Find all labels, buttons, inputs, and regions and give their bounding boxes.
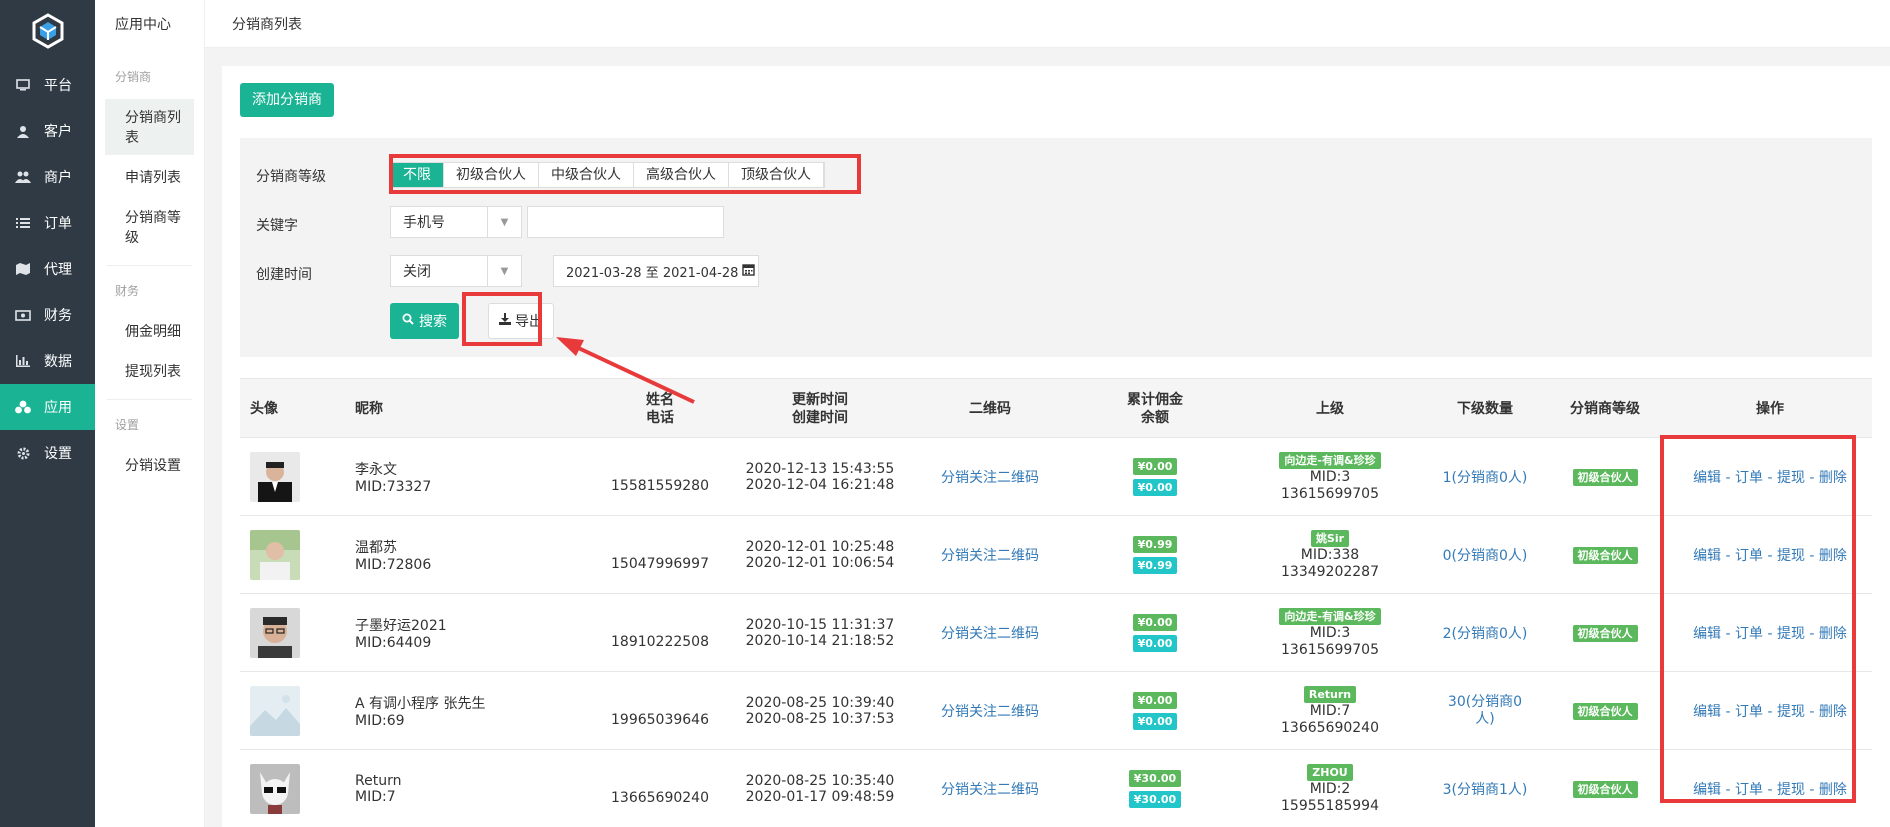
- annotation-arrow-icon: [556, 337, 695, 404]
